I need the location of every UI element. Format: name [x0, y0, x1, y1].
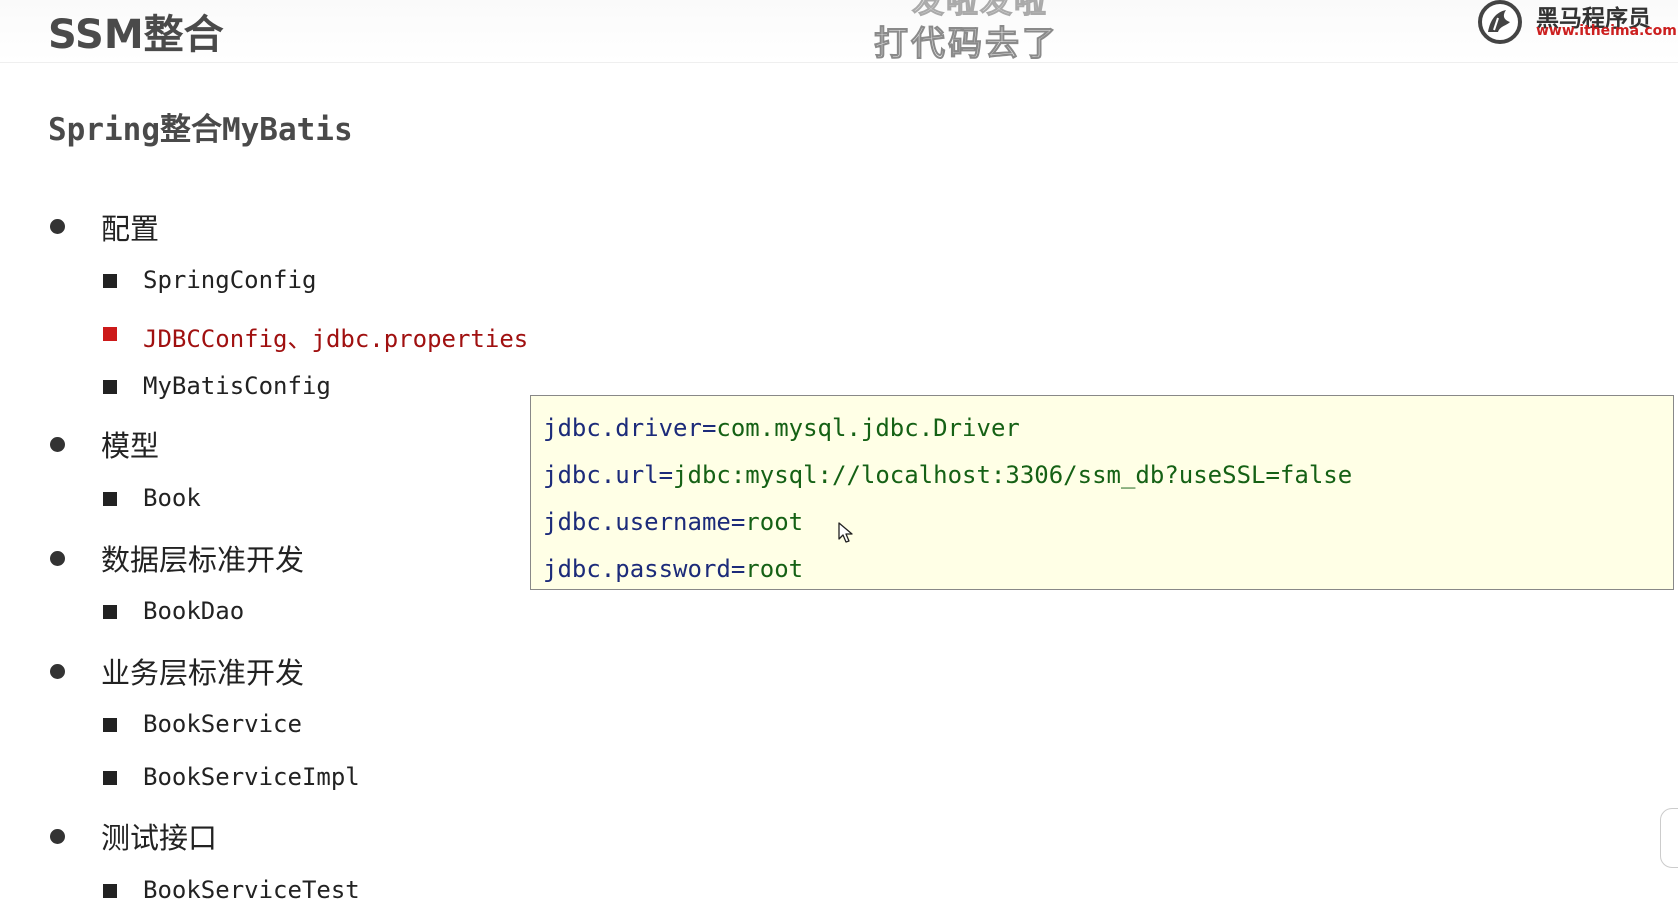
slide-header [0, 0, 1678, 63]
code-key: jdbc.username [543, 508, 731, 536]
bullet-dot-icon [50, 664, 65, 679]
bullet-square-icon [103, 884, 117, 898]
bullet-dot-icon [50, 829, 65, 844]
bullet-square-highlight-icon [103, 327, 117, 341]
video-caption: 打代码去了 [874, 24, 1059, 65]
outline-item-data-layer: 数据层标准开发 [101, 543, 305, 577]
bullet-dot-icon [50, 551, 65, 566]
section-title: Spring整合MyBatis [48, 112, 353, 148]
page-title: SSM整合 [48, 12, 224, 58]
code-equals: = [701, 414, 717, 442]
bullet-dot-icon [50, 219, 65, 234]
outline-item-test: 测试接口 [101, 821, 218, 855]
horse-logo-icon [1478, 0, 1522, 44]
outline-item-model: 模型 [101, 429, 160, 463]
outline-item-service-layer: 业务层标准开发 [101, 656, 305, 690]
code-key: jdbc.password [543, 555, 731, 583]
outline-item-config: 配置 [101, 212, 160, 246]
outline-subitem-bookdao: BookDao [143, 597, 245, 625]
bullet-square-icon [103, 771, 117, 785]
outline-subitem-book: Book [143, 484, 201, 512]
brand: 黑马程序员 www.itheima.com [1474, 0, 1677, 46]
code-key: jdbc.url [543, 461, 659, 489]
outline-subitem-springconfig: SpringConfig [143, 266, 317, 294]
code-value: root [745, 555, 804, 583]
code-equals: = [658, 461, 674, 489]
outline-subitem-jdbcconfig: JDBCConfig、jdbc.properties [143, 325, 529, 353]
bullet-dot-icon [50, 437, 65, 452]
code-equals: = [730, 508, 746, 536]
code-line-password: jdbc.password=root [543, 555, 803, 583]
bullet-square-icon [103, 718, 117, 732]
outline-subitem-bookservicetest: BookServiceTest [143, 876, 360, 904]
brand-url: www.itheima.com [1536, 23, 1677, 39]
outline-subitem-bookservice: BookService [143, 710, 302, 738]
code-line-username: jdbc.username=root [543, 508, 803, 536]
code-value: jdbc:mysql://localhost:3306/ssm_db?useSS… [673, 461, 1353, 489]
code-value: com.mysql.jdbc.Driver [716, 414, 1020, 442]
bullet-square-icon [103, 274, 117, 288]
jdbc-properties-code-box: jdbc.driver=com.mysql.jdbc.Driver jdbc.u… [530, 395, 1674, 590]
mouse-pointer-icon [838, 522, 853, 543]
outline-subitem-bookserviceimpl: BookServiceImpl [143, 763, 360, 791]
code-key: jdbc.driver [543, 414, 702, 442]
code-line-driver: jdbc.driver=com.mysql.jdbc.Driver [543, 414, 1020, 442]
code-equals: = [730, 555, 746, 583]
code-line-url: jdbc.url=jdbc:mysql://localhost:3306/ssm… [543, 461, 1352, 489]
bullet-square-icon [103, 492, 117, 506]
outline-subitem-mybatisconfig: MyBatisConfig [143, 372, 331, 400]
bullet-square-icon [103, 380, 117, 394]
side-panel-tab[interactable] [1660, 808, 1678, 868]
code-value: root [745, 508, 804, 536]
bullet-square-icon [103, 605, 117, 619]
